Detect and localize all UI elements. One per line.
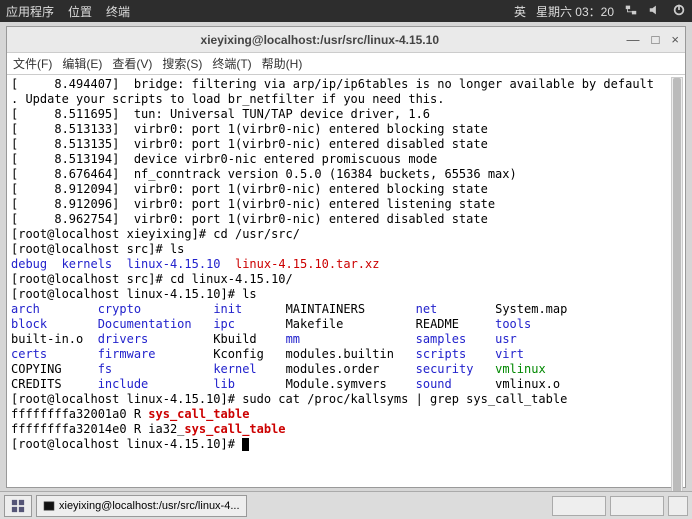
menu-terminal[interactable]: 终端(T) <box>212 55 251 72</box>
terminal-output[interactable]: [ 8.494407] bridge: filtering via arp/ip… <box>7 75 685 487</box>
menu-search[interactable]: 搜索(S) <box>162 55 202 72</box>
menu-file[interactable]: 文件(F) <box>13 55 52 72</box>
power-icon[interactable] <box>672 3 686 20</box>
menu-applications[interactable]: 应用程序 <box>6 3 54 20</box>
menu-places[interactable]: 位置 <box>68 3 92 20</box>
scrollbar[interactable] <box>671 77 683 507</box>
menu-terminal[interactable]: 终端 <box>106 3 130 20</box>
taskbar-entry-label: xieyixing@localhost:/usr/src/linux-4... <box>59 500 240 512</box>
maximize-button[interactable]: □ <box>652 32 660 47</box>
minimize-button[interactable]: — <box>627 32 640 47</box>
scrollbar-thumb[interactable] <box>673 78 681 506</box>
show-desktop-button[interactable] <box>4 495 32 517</box>
tray-slot-3[interactable] <box>668 496 688 516</box>
menu-edit[interactable]: 编辑(E) <box>62 55 102 72</box>
tray-slot-1[interactable] <box>552 496 606 516</box>
volume-icon[interactable] <box>648 3 662 20</box>
clock[interactable]: 星期六 03：20 <box>536 3 614 20</box>
close-button[interactable]: × <box>671 32 679 47</box>
network-icon[interactable] <box>624 3 638 20</box>
taskbar: xieyixing@localhost:/usr/src/linux-4... <box>0 491 692 519</box>
titlebar[interactable]: xieyixing@localhost:/usr/src/linux-4.15.… <box>7 27 685 53</box>
window-title: xieyixing@localhost:/usr/src/linux-4.15.… <box>13 33 627 47</box>
desktop-topbar: 应用程序 位置 终端 英 星期六 03：20 <box>0 0 692 22</box>
taskbar-entry-terminal[interactable]: xieyixing@localhost:/usr/src/linux-4... <box>36 495 247 517</box>
tray-slot-2[interactable] <box>610 496 664 516</box>
menu-help[interactable]: 帮助(H) <box>262 55 303 72</box>
window-menubar: 文件(F) 编辑(E) 查看(V) 搜索(S) 终端(T) 帮助(H) <box>7 53 685 75</box>
terminal-window: xieyixing@localhost:/usr/src/linux-4.15.… <box>6 26 686 488</box>
ime-indicator[interactable]: 英 <box>514 3 526 20</box>
menu-view[interactable]: 查看(V) <box>112 55 152 72</box>
